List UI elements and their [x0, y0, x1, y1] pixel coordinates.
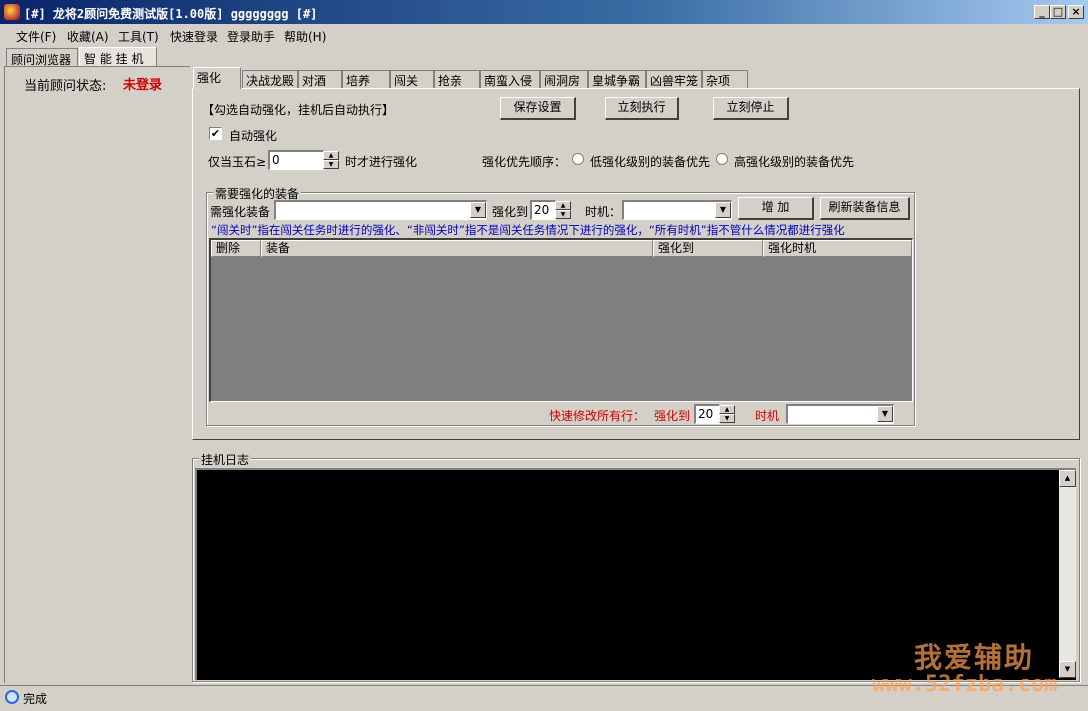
quick-strengthen-spinner[interactable]: ▲ ▼ — [719, 405, 735, 423]
window-title: [#] 龙将2顾问免费测试版[1.00版] gggggggg [#] — [24, 7, 318, 21]
spin-down-icon[interactable]: ▼ — [719, 414, 735, 423]
column-equipment[interactable]: 装备 — [261, 240, 653, 257]
title-bar: [#] 龙将2顾问免费测试版[1.00版] gggggggg [#] _ □ × — [0, 0, 1088, 24]
priority-low-label: 低强化级别的装备优先 — [590, 155, 711, 169]
quick-timing-label: 时机 — [755, 409, 780, 423]
menu-help[interactable]: 帮助(H) — [284, 28, 326, 45]
auto-strengthen-checkbox[interactable]: ✔ — [209, 127, 222, 140]
tab-auto-hangup[interactable]: 智 能 挂 机 — [79, 47, 157, 67]
left-panel — [4, 66, 190, 683]
chevron-down-icon[interactable]: ▼ — [470, 202, 486, 218]
tab-beast-cage[interactable]: 凶兽牢笼 — [646, 70, 702, 88]
app-icon — [4, 4, 20, 20]
column-delete[interactable]: 删除 — [211, 240, 261, 257]
log-title: 挂机日志 — [199, 451, 252, 468]
scroll-up-icon[interactable]: ▲ — [1059, 470, 1076, 487]
tab-strengthen[interactable]: 强化 — [193, 67, 241, 89]
timing-label: 时机： — [585, 205, 622, 219]
close-button[interactable]: × — [1068, 5, 1084, 19]
tab-misc[interactable]: 杂项 — [702, 70, 748, 88]
tab-bride[interactable]: 抢亲 — [434, 70, 480, 88]
status-label: 当前顾问状态: — [24, 79, 107, 94]
menu-bar: 文件(F) 收藏(A) 工具(T) 快速登录 登录助手 帮助(H) — [0, 24, 1088, 46]
tab-challenge[interactable]: 闯关 — [390, 70, 434, 88]
tab-invasion[interactable]: 南蛮入侵 — [480, 70, 540, 88]
quick-strengthen-to-label: 强化到 — [654, 409, 691, 423]
timing-note: “闯关时”指在闯关任务时进行的强化、“非闯关时”指不是闯关任务情况下进行的强化，… — [211, 223, 845, 237]
priority-label: 强化优先顺序： — [482, 155, 567, 169]
strengthen-to-label: 强化到 — [492, 205, 529, 219]
auto-strengthen-label: 自动强化 — [229, 129, 278, 143]
quick-timing-select[interactable]: ▼ — [786, 404, 894, 424]
refresh-equipment-button[interactable]: 刷新装备信息 — [820, 197, 910, 220]
menu-file[interactable]: 文件(F) — [16, 28, 56, 45]
priority-high-label: 高强化级别的装备优先 — [734, 155, 855, 169]
tab-browser[interactable]: 顾问浏览器 — [6, 48, 78, 67]
chevron-down-icon[interactable]: ▼ — [877, 406, 893, 422]
jade-condition-label: 仅当玉石≥ — [208, 155, 267, 169]
tab-imperial-city[interactable]: 皇城争霸 — [588, 70, 646, 88]
jade-threshold-input[interactable]: 0 — [268, 150, 324, 170]
equip-label: 需强化装备 — [210, 205, 271, 219]
add-button[interactable]: 增 加 — [738, 197, 814, 220]
ie-icon — [5, 690, 19, 704]
jade-spinner[interactable]: ▲ ▼ — [323, 151, 339, 169]
timing-select[interactable]: ▼ — [622, 200, 732, 220]
priority-high-radio[interactable] — [716, 153, 728, 165]
stop-now-button[interactable]: 立刻停止 — [713, 97, 789, 120]
menu-tools[interactable]: 工具(T) — [118, 28, 159, 45]
maximize-button[interactable]: □ — [1050, 5, 1066, 19]
spin-up-icon[interactable]: ▲ — [719, 405, 735, 414]
priority-low-radio[interactable] — [572, 153, 584, 165]
tab-drinking[interactable]: 对酒 — [298, 70, 342, 88]
watermark-url: www.52fzba.com — [872, 672, 1058, 697]
strengthen-to-input[interactable]: 20 — [530, 200, 556, 220]
minimize-button[interactable]: _ — [1034, 5, 1050, 19]
login-status-value: 未登录 — [123, 78, 163, 93]
chevron-down-icon[interactable]: ▼ — [715, 202, 731, 218]
spin-down-icon[interactable]: ▼ — [555, 210, 571, 219]
execute-now-button[interactable]: 立刻执行 — [605, 97, 679, 120]
jade-suffix-label: 时才进行强化 — [345, 155, 418, 169]
scroll-down-icon[interactable]: ▼ — [1059, 661, 1076, 678]
spin-up-icon[interactable]: ▲ — [323, 151, 339, 160]
spin-down-icon[interactable]: ▼ — [323, 160, 339, 169]
menu-favorites[interactable]: 收藏(A) — [67, 28, 109, 45]
save-settings-button[interactable]: 保存设置 — [500, 97, 576, 120]
watermark-text: 我爱辅助 — [914, 641, 1035, 674]
strengthen-to-spinner[interactable]: ▲ ▼ — [555, 201, 571, 219]
spin-up-icon[interactable]: ▲ — [555, 201, 571, 210]
column-strengthen-timing[interactable]: 强化时机 — [763, 240, 912, 257]
equipment-select[interactable]: ▼ — [274, 200, 487, 220]
log-scrollbar[interactable]: ▲ ▼ — [1059, 470, 1076, 678]
tab-cultivate[interactable]: 培养 — [342, 70, 390, 88]
menu-quick-login[interactable]: 快速登录 — [170, 28, 218, 45]
column-strengthen-to[interactable]: 强化到 — [653, 240, 763, 257]
equipment-table[interactable]: 删除 装备 强化到 强化时机 — [209, 238, 913, 402]
quick-modify-label: 快速修改所有行： — [549, 409, 646, 423]
menu-login-helper[interactable]: 登录助手 — [227, 28, 275, 45]
tab-wedding-room[interactable]: 闹洞房 — [540, 70, 588, 88]
quick-strengthen-to-input[interactable]: 20 — [694, 404, 720, 424]
auto-strengthen-hint: 【勾选自动强化，挂机后自动执行】 — [202, 103, 395, 117]
tab-dragon-hall[interactable]: 决战龙殿 — [242, 70, 298, 88]
status-text: 完成 — [23, 692, 48, 706]
